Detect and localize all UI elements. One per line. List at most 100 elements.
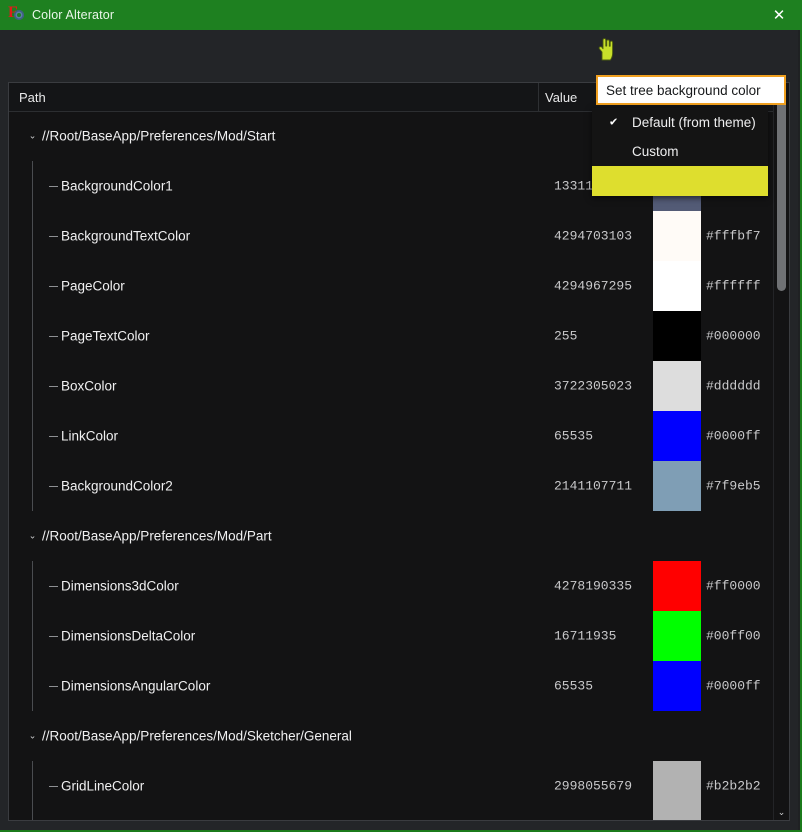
menu-item-default-label: Default (from theme) <box>632 115 756 130</box>
tree-item-hex: #fffbf7 <box>706 228 761 244</box>
tree-indent-guide <box>32 561 33 611</box>
column-header-value[interactable]: Value <box>545 83 577 111</box>
color-swatch[interactable] <box>653 611 701 661</box>
tree-item-value: 65535 <box>554 678 594 694</box>
tree-group-row[interactable]: ⌄//Root/BaseApp/Preferences/Mod/Part <box>9 511 775 561</box>
color-swatch[interactable] <box>653 411 701 461</box>
pointing-hand-cursor <box>598 38 614 61</box>
window-body: Path Value ⌄//Root/BaseApp/Preferences/M… <box>0 30 798 830</box>
tree-branch-connector <box>49 436 58 437</box>
tree-indent-guide <box>32 761 33 811</box>
color-preview-swatch[interactable] <box>592 166 768 196</box>
tree-row[interactable]: BoxColor 3722305023 #dddddd <box>9 361 775 411</box>
tree-row[interactable]: Dimensions3dColor 4278190335 #ff0000 <box>9 561 775 611</box>
tree-item-label: GridLineColor <box>61 778 145 794</box>
tree-item-hex: #7f9eb5 <box>706 478 761 494</box>
tree-row[interactable]: GridLineColor 2998055679 #b2b2b2 <box>9 761 775 811</box>
tree-item-value: 4294967295 <box>554 278 633 294</box>
color-swatch[interactable] <box>653 311 701 361</box>
app-icon: F <box>8 5 24 23</box>
color-swatch[interactable] <box>653 811 701 820</box>
tree-branch-connector <box>49 686 58 687</box>
tree-branch-connector <box>49 386 58 387</box>
menu-item-default[interactable]: ✔ Default (from theme) <box>592 108 768 137</box>
color-swatch[interactable] <box>653 561 701 611</box>
tree-item-label: BackgroundTextColor <box>61 228 191 244</box>
tree-item-value: 65535 <box>554 428 594 444</box>
tree-branch-connector <box>49 486 58 487</box>
tree-item-hex: #00ff00 <box>706 628 761 644</box>
tree-group-label: //Root/BaseApp/Preferences/Mod/Sketcher/… <box>42 728 352 744</box>
chevron-down-icon[interactable]: ⌄ <box>26 130 39 143</box>
tree-item-label: LinkColor <box>61 428 119 444</box>
tree-branch-connector <box>49 786 58 787</box>
tree-branch-connector <box>49 286 58 287</box>
tree-item-hex: #dddddd <box>706 378 761 394</box>
tree-branch-connector <box>49 186 58 187</box>
tree-row[interactable]: DimensionsDeltaColor 16711935 #00ff00 <box>9 611 775 661</box>
tree-row[interactable]: BackgroundTextColor 4294703103 #fffbf7 <box>9 211 775 261</box>
menu-item-custom-label: Custom <box>632 144 679 159</box>
tree-item-value: 16711935 <box>554 628 617 644</box>
tree-item-hex: #b2b2b2 <box>706 778 761 794</box>
column-divider[interactable] <box>538 83 539 111</box>
tree-item-label: PageColor <box>61 278 125 294</box>
tree-indent-guide <box>32 611 33 661</box>
column-header-path[interactable]: Path <box>19 83 46 111</box>
tree-indent-guide <box>32 361 33 411</box>
tree-indent-guide <box>32 661 33 711</box>
color-swatch[interactable] <box>653 661 701 711</box>
color-swatch[interactable] <box>653 761 701 811</box>
tree-indent-guide <box>32 261 33 311</box>
tree-indent-guide <box>32 311 33 361</box>
tree-item-hex: #ffffff <box>706 278 761 294</box>
tree-item-value: 4294703103 <box>554 228 633 244</box>
color-swatch[interactable] <box>653 461 701 511</box>
tree-branch-connector <box>49 236 58 237</box>
close-icon[interactable]: ✕ <box>756 0 802 30</box>
tree-row[interactable]: PageColor 4294967295 #ffffff <box>9 261 775 311</box>
tree-indent-guide <box>32 461 33 511</box>
tree-group-label: //Root/BaseApp/Preferences/Mod/Part <box>42 528 272 544</box>
tree-branch-connector <box>49 586 58 587</box>
tree-item-value: 2998055679 <box>554 778 633 794</box>
tree-rows: ⌄//Root/BaseApp/Preferences/Mod/Start Bac… <box>9 112 775 820</box>
gear-icon <box>14 10 24 20</box>
chevron-down-icon[interactable]: ⌄ <box>26 530 39 543</box>
tree-row[interactable]: GridDivLineColor2998055679#b2b2b2 <box>9 811 775 820</box>
tree-item-value: 4278190335 <box>554 578 633 594</box>
chevron-down-icon[interactable]: ⌄ <box>26 730 39 743</box>
scroll-down-icon[interactable]: ⌄ <box>774 804 789 820</box>
tree-background-color-menu[interactable]: ✔ Default (from theme) Custom <box>592 108 768 196</box>
tree-item-label: DimensionsAngularColor <box>61 678 211 694</box>
tree-vertical-scrollbar[interactable]: ⌃ ⌄ <box>773 83 789 820</box>
tree-item-hex: #ff0000 <box>706 578 761 594</box>
color-swatch[interactable] <box>653 261 701 311</box>
tree-item-value: 255 <box>554 328 578 344</box>
tree-branch-connector <box>49 336 58 337</box>
tree-item-label: Dimensions3dColor <box>61 578 179 594</box>
tree-item-label: PageTextColor <box>61 328 150 344</box>
tree-row[interactable]: DimensionsAngularColor 65535 #0000ff <box>9 661 775 711</box>
window-titlebar[interactable]: F Color Alterator ✕ <box>0 0 802 30</box>
tree-item-hex: #000000 <box>706 328 761 344</box>
menu-item-custom[interactable]: Custom <box>592 137 768 166</box>
tree-item-hex: #0000ff <box>706 428 761 444</box>
tree-item-label: DimensionsDeltaColor <box>61 628 196 644</box>
tree-row[interactable]: BackgroundColor2 2141107711 #7f9eb5 <box>9 461 775 511</box>
tree-group-label: //Root/BaseApp/Preferences/Mod/Start <box>42 128 276 144</box>
tree-indent-guide <box>32 211 33 261</box>
tree-group-row[interactable]: ⌄//Root/BaseApp/Preferences/Mod/Sketcher… <box>9 711 775 761</box>
tree-row[interactable]: PageTextColor 255 #000000 <box>9 311 775 361</box>
window-title: Color Alterator <box>32 8 115 22</box>
color-swatch[interactable] <box>653 361 701 411</box>
tree-row[interactable]: LinkColor 65535 #0000ff <box>9 411 775 461</box>
tree-item-value: 2141107711 <box>554 478 633 494</box>
tree-item-label: BoxColor <box>61 378 117 394</box>
check-icon: ✔ <box>609 116 619 128</box>
tree-item-label: BackgroundColor1 <box>61 178 173 194</box>
tree-indent-guide <box>32 411 33 461</box>
color-swatch[interactable] <box>653 211 701 261</box>
scrollbar-thumb[interactable] <box>777 101 786 291</box>
set-tree-background-color-tooltip: Set tree background color <box>596 75 786 105</box>
